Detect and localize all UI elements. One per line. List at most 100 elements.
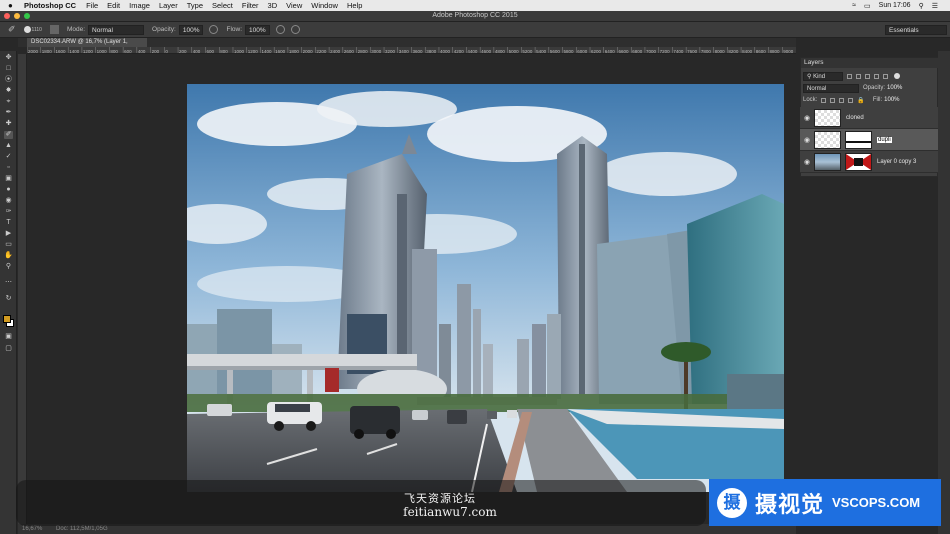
tools-panel: ✥ □ ⦿ ✸ ⌖ ✒ ✚ ✐ ▲ ✓ ▫ ▣ ● ◉ ✑ T ▶ ▭ ✋ ⚲ … xyxy=(0,51,17,534)
brand-logo-icon: 摄 xyxy=(717,487,747,518)
brush-tool-icon[interactable]: ✐ xyxy=(4,131,13,139)
airbrush-icon[interactable] xyxy=(275,25,285,34)
zoom-tool-icon[interactable]: ⚲ xyxy=(4,263,13,271)
quick-mask-icon[interactable]: ▣ xyxy=(4,333,13,341)
foreground-color-swatch[interactable] xyxy=(3,315,11,323)
shape-tool-icon[interactable]: ▭ xyxy=(4,241,13,249)
brush-icon[interactable]: ✐ xyxy=(8,24,16,35)
quick-select-tool-icon[interactable]: ✸ xyxy=(4,87,13,95)
eye-icon[interactable]: ◉ xyxy=(804,136,812,144)
brush-size: 1110 xyxy=(31,26,42,33)
move-tool-icon[interactable]: ✥ xyxy=(4,54,13,62)
menu-help[interactable]: Help xyxy=(347,1,362,10)
menu-select[interactable]: Select xyxy=(212,1,233,10)
vertical-ruler[interactable] xyxy=(18,54,27,524)
workspace-select[interactable]: Essentials xyxy=(885,25,947,35)
lasso-tool-icon[interactable]: ⦿ xyxy=(4,76,13,84)
blend-mode-select[interactable]: Normal xyxy=(803,83,859,93)
window-title: Adobe Photoshop CC 2015 xyxy=(432,12,518,19)
dodge-tool-icon[interactable]: ◉ xyxy=(4,197,13,205)
document-tab[interactable]: DSC02334.ARW @ 16,7% (Layer 1, RGB/8) * xyxy=(27,38,147,54)
menu-layer[interactable]: Layer xyxy=(159,1,178,10)
brush-panel-icon[interactable] xyxy=(49,25,59,34)
gradient-tool-icon[interactable]: ▣ xyxy=(4,175,13,183)
pen-tool-icon[interactable]: ✑ xyxy=(4,208,13,216)
layer-opacity-value[interactable]: 100% xyxy=(887,85,902,91)
status-zoom[interactable]: 16,67% xyxy=(22,526,42,532)
menu-file[interactable]: File xyxy=(86,1,98,10)
lock-image-icon[interactable] xyxy=(830,97,836,103)
eye-icon[interactable]: ◉ xyxy=(804,114,812,122)
battery-icon[interactable]: ▭ xyxy=(864,2,871,10)
lock-artboard-icon[interactable] xyxy=(848,97,854,103)
stamp-tool-icon[interactable]: ▲ xyxy=(4,142,13,150)
document-canvas[interactable] xyxy=(187,84,784,492)
menu-app-name[interactable]: Photoshop CC xyxy=(24,1,76,10)
menu-filter[interactable]: Filter xyxy=(242,1,259,10)
lock-icon[interactable]: 🔒 xyxy=(857,97,864,104)
filter-toggle-icon[interactable] xyxy=(894,73,900,79)
horizontal-ruler[interactable]: 2000 1800 1600 1400 1200 1000 800 600 400 200 0 200… xyxy=(27,47,796,54)
history-brush-tool-icon[interactable]: ✓ xyxy=(4,153,13,161)
type-tool-icon[interactable]: T xyxy=(4,219,13,227)
opacity-field[interactable]: 100% xyxy=(178,24,204,35)
menu-image[interactable]: Image xyxy=(129,1,150,10)
layer-row-dupli[interactable]: ◉ dupli xyxy=(800,129,938,151)
blur-tool-icon[interactable]: ● xyxy=(4,186,13,194)
layer-mask-thumbnail[interactable] xyxy=(845,130,872,149)
menu-list-icon[interactable]: ☰ xyxy=(932,2,938,10)
wifi-icon[interactable]: ≈ xyxy=(852,2,856,9)
apple-icon[interactable]: ● xyxy=(8,0,18,11)
layer-name-edit-field[interactable]: dupli xyxy=(877,136,892,143)
eye-icon[interactable]: ◉ xyxy=(804,158,812,166)
layer-filter-row: ⚲ Kind xyxy=(803,71,937,81)
eraser-tool-icon[interactable]: ▫ xyxy=(4,164,13,172)
marquee-tool-icon[interactable]: □ xyxy=(4,65,13,73)
mode-select[interactable]: Normal xyxy=(88,24,145,35)
layer-mask-thumbnail[interactable] xyxy=(845,152,872,171)
menu-view[interactable]: View xyxy=(286,1,302,10)
mask-x-shape xyxy=(846,153,871,170)
layer-name[interactable]: Layer 0 copy 3 xyxy=(877,159,916,165)
crop-tool-icon[interactable]: ⌖ xyxy=(4,98,13,106)
hand-tool-icon[interactable]: ✋ xyxy=(4,252,13,260)
macos-menubar: ● Photoshop CC File Edit Image Layer Typ… xyxy=(0,0,950,11)
clock[interactable]: Sun 17:06 xyxy=(879,2,911,9)
screen-mode-icon[interactable]: ▢ xyxy=(4,345,13,353)
layer-opacity-label: Opacity: xyxy=(863,85,886,91)
lock-position-icon[interactable] xyxy=(839,97,845,103)
pixel-filter-icon[interactable] xyxy=(847,73,852,79)
menu-3d[interactable]: 3D xyxy=(268,1,278,10)
layers-panel-tab[interactable]: Layers xyxy=(801,58,939,68)
more-tools-icon[interactable]: ⋯ xyxy=(4,279,13,287)
type-filter-icon[interactable] xyxy=(865,73,870,79)
healing-tool-icon[interactable]: ✚ xyxy=(4,120,13,128)
pressure-opacity-icon[interactable] xyxy=(209,25,219,34)
layer-row-layer-0-copy-3[interactable]: ◉ Layer 0 copy 3 xyxy=(800,151,938,173)
flow-field[interactable]: 100% xyxy=(245,24,270,35)
watermark-url: feitianwu7.com xyxy=(403,505,497,519)
layer-name[interactable]: cloned xyxy=(846,115,864,121)
adjustment-filter-icon[interactable] xyxy=(856,73,861,79)
path-select-tool-icon[interactable]: ▶ xyxy=(4,230,13,238)
pressure-size-icon[interactable] xyxy=(290,25,300,34)
watermark-chinese: 飞天资源论坛 xyxy=(404,492,476,505)
lock-transparent-icon[interactable] xyxy=(821,97,827,103)
shape-filter-icon[interactable] xyxy=(874,73,879,79)
window-titlebar: Adobe Photoshop CC 2015 xyxy=(0,11,950,22)
eyedropper-tool-icon[interactable]: ✒ xyxy=(4,109,13,117)
lock-row: Lock: 🔒 Fill: 100% xyxy=(803,95,937,105)
filter-kind-select[interactable]: ⚲ Kind xyxy=(803,71,843,81)
swap-colors-icon[interactable]: ↻ xyxy=(4,295,13,303)
video-overlay-bar xyxy=(16,480,706,526)
search-icon[interactable]: ⚲ xyxy=(919,2,924,10)
brush-preset-picker[interactable]: 1110 xyxy=(23,26,42,33)
smart-object-filter-icon[interactable] xyxy=(883,73,888,79)
menu-type[interactable]: Type xyxy=(187,1,203,10)
layer-row-cloned[interactable]: ◉ cloned xyxy=(800,107,938,129)
fill-value[interactable]: 100% xyxy=(884,97,899,103)
mode-label: Mode: xyxy=(66,26,86,33)
menu-edit[interactable]: Edit xyxy=(107,1,120,10)
menu-window[interactable]: Window xyxy=(311,1,338,10)
fill-label: Fill: xyxy=(872,97,883,103)
